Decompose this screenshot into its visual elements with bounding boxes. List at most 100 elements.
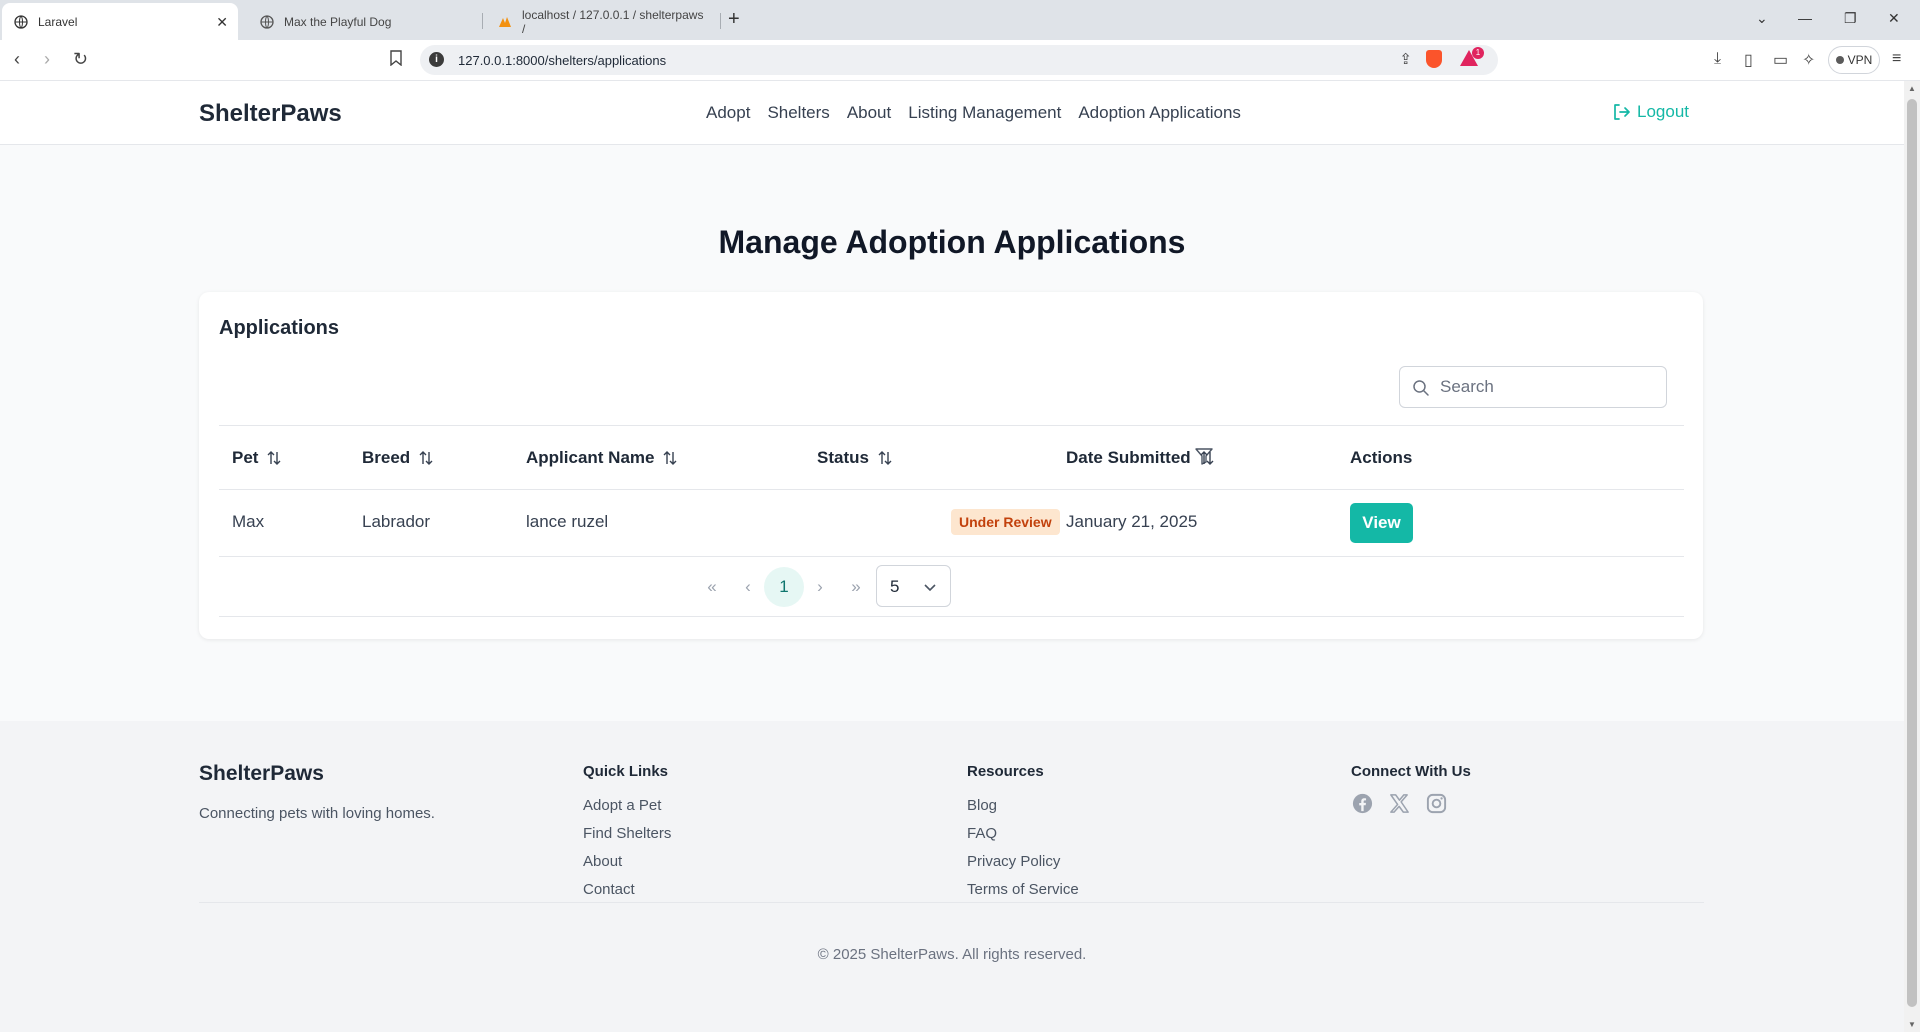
cell-date-submitted: January 21, 2025 [1066, 512, 1198, 531]
previous-page-icon[interactable]: ‹ [728, 567, 768, 607]
site-header: ShelterPaws Adopt Shelters About Listing… [0, 81, 1904, 145]
column-label: Status [817, 448, 869, 467]
nav-adoption-applications[interactable]: Adoption Applications [1078, 103, 1241, 123]
reload-icon[interactable]: ↻ [73, 49, 88, 70]
sort-icon[interactable] [266, 449, 282, 467]
new-tab-icon[interactable]: + [728, 8, 740, 31]
column-header-applicant-name[interactable]: Applicant Name [526, 448, 678, 468]
first-page-icon[interactable]: « [692, 567, 732, 607]
card-title: Applications [219, 317, 340, 339]
site-info-icon[interactable]: i [429, 52, 444, 67]
footer-link-blog[interactable]: Blog [967, 792, 1079, 820]
view-button[interactable]: View [1350, 503, 1413, 543]
page-number[interactable]: 1 [764, 567, 804, 607]
restore-icon[interactable]: ❐ [1844, 10, 1857, 27]
footer-heading: Resources [967, 763, 1044, 780]
tab-divider [720, 13, 721, 29]
tab-title: Max the Playful Dog [284, 14, 392, 29]
site-logo[interactable]: ShelterPaws [199, 100, 342, 128]
search-box[interactable] [1399, 366, 1667, 408]
tab-search-chevron-icon[interactable]: ⌄ [1756, 10, 1768, 27]
rewards-badge: 1 [1472, 47, 1484, 59]
sort-icon[interactable] [877, 449, 893, 467]
tab-phpmyadmin[interactable]: localhost / 127.0.0.1 / shelterpaws / [488, 3, 718, 40]
column-label: Applicant Name [526, 448, 655, 467]
scroll-down-icon[interactable]: ▼ [1908, 1020, 1916, 1029]
downloads-icon[interactable]: ⤓ [1714, 50, 1721, 68]
minimize-icon[interactable]: — [1798, 10, 1812, 26]
x-twitter-icon[interactable] [1388, 792, 1411, 815]
sort-icon[interactable] [418, 449, 434, 467]
logout-button[interactable]: Logout [1611, 102, 1689, 122]
scrollbar-thumb[interactable] [1907, 99, 1917, 1007]
footer-copyright: © 2025 ShelterPaws. All rights reserved. [817, 946, 1087, 963]
tab-title: Laravel [38, 14, 78, 29]
leo-ai-icon[interactable]: ✧ [1802, 50, 1815, 70]
address-bar[interactable]: i 127.0.0.1:8000/shelters/applications ⇪… [420, 45, 1498, 75]
rows-per-page-select[interactable]: 5 [876, 565, 951, 607]
menu-icon[interactable]: ≡ [1892, 50, 1901, 68]
column-header-pet[interactable]: Pet [232, 448, 282, 468]
footer-link-contact[interactable]: Contact [583, 876, 671, 904]
share-icon[interactable]: ⇪ [1399, 50, 1412, 68]
cell-breed: Labrador [362, 512, 431, 531]
footer-link-about[interactable]: About [583, 848, 671, 876]
sort-icon[interactable] [662, 449, 678, 467]
tab-laravel[interactable]: Laravel ✕ [2, 3, 238, 40]
table-row: Max Labrador lance ruzel Under Review Ja… [219, 490, 1684, 557]
applications-card: Applications Pet Breed Applicant Name St… [199, 292, 1703, 639]
tab-divider [482, 13, 483, 29]
facebook-icon[interactable] [1351, 792, 1374, 815]
bookmark-icon[interactable] [390, 50, 402, 70]
nav-listing-management[interactable]: Listing Management [908, 103, 1061, 123]
nav-about[interactable]: About [847, 103, 891, 123]
vpn-button[interactable]: VPN [1828, 46, 1880, 74]
nav-shelters[interactable]: Shelters [767, 103, 829, 123]
url-text[interactable]: 127.0.0.1:8000/shelters/applications [458, 53, 666, 68]
footer-link-adopt[interactable]: Adopt a Pet [583, 792, 671, 820]
tab-max-dog[interactable]: Max the Playful Dog [248, 3, 478, 40]
cell-pet: Max [232, 512, 265, 531]
scroll-up-icon[interactable]: ▲ [1908, 84, 1916, 93]
footer-link-find-shelters[interactable]: Find Shelters [583, 820, 671, 848]
cell-applicant-name: lance ruzel [526, 512, 609, 531]
search-icon [1413, 380, 1429, 396]
close-window-icon[interactable]: ✕ [1888, 10, 1900, 27]
social-links [1351, 792, 1471, 815]
footer-link-privacy[interactable]: Privacy Policy [967, 848, 1079, 876]
brave-shields-icon[interactable] [1426, 50, 1442, 68]
globe-icon [260, 14, 274, 29]
vpn-label: VPN [1847, 53, 1873, 67]
footer-connect: Connect With Us [1351, 763, 1471, 815]
nav-adopt[interactable]: Adopt [706, 103, 750, 123]
sidebar-icon[interactable]: ▯ [1744, 50, 1753, 70]
back-icon[interactable]: ‹ [14, 49, 20, 70]
chevron-down-icon [924, 584, 936, 592]
table-header: Pet Breed Applicant Name Status Date Sub… [219, 425, 1684, 490]
search-input[interactable] [1440, 375, 1655, 399]
wallet-icon[interactable]: ▭ [1773, 50, 1788, 70]
page-scrollbar[interactable]: ▲ ▼ [1904, 81, 1920, 1032]
tab-title: localhost / 127.0.0.1 / shelterpaws / [522, 7, 704, 36]
column-label: Breed [362, 448, 411, 467]
forward-icon[interactable]: › [44, 49, 50, 70]
column-header-breed[interactable]: Breed [362, 448, 434, 468]
footer-link-faq[interactable]: FAQ [967, 820, 1079, 848]
logout-label: Logout [1637, 102, 1689, 121]
footer-heading: Connect With Us [1351, 763, 1471, 780]
column-header-status[interactable]: Status [817, 448, 893, 468]
last-page-icon[interactable]: » [836, 567, 876, 607]
pagination: « ‹ 1 › » 5 [219, 557, 1684, 617]
site-footer: ShelterPaws Connecting pets with loving … [0, 721, 1904, 1032]
column-header-date-submitted[interactable]: Date Submitted [1066, 448, 1215, 468]
close-tab-icon[interactable]: ✕ [216, 14, 228, 31]
footer-link-terms[interactable]: Terms of Service [967, 876, 1079, 904]
browser-toolbar: ‹ › ↻ i 127.0.0.1:8000/shelters/applicat… [0, 40, 1920, 81]
instagram-icon[interactable] [1425, 792, 1448, 815]
vpn-status-icon [1835, 56, 1844, 64]
phpmyadmin-icon [498, 15, 512, 29]
column-label: Date Submitted [1066, 448, 1191, 467]
next-page-icon[interactable]: › [800, 567, 840, 607]
sort-icon[interactable] [1199, 449, 1215, 467]
column-label: Actions [1350, 448, 1413, 467]
